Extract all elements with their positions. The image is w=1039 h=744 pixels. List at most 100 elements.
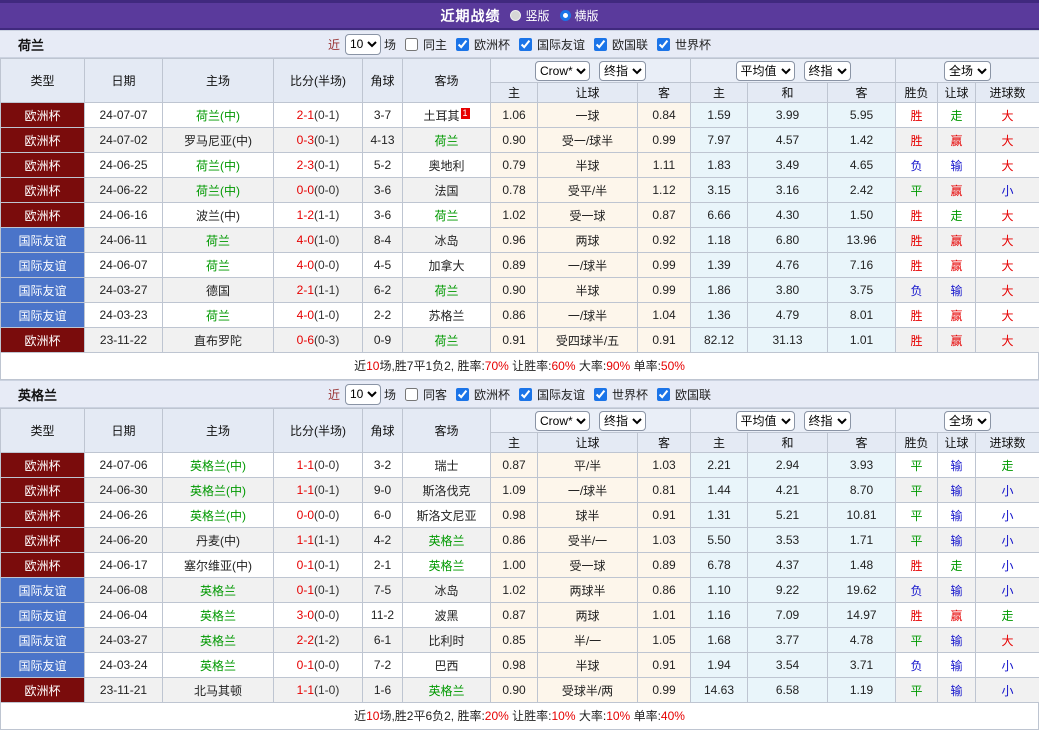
home-odds: 0.85	[490, 627, 538, 653]
avg-draw-odds: 3.80	[747, 277, 829, 303]
odds-company-select[interactable]: Crow*	[535, 60, 590, 81]
away-team-name: 加拿大	[428, 258, 465, 273]
team-section-header: 荷兰 近 10 场 同主 欧洲杯 国际友谊 欧国联 世界杯	[0, 30, 1039, 58]
league-checkbox-1[interactable]	[519, 37, 532, 51]
away-team: 荷兰	[402, 277, 491, 303]
avg-draw-odds: 2.94	[747, 452, 829, 478]
home-team-name: 英格兰(中)	[190, 483, 246, 498]
away-team: 瑞士	[402, 452, 491, 478]
radio-unselected-icon[interactable]	[510, 10, 522, 21]
avg-away-odds: 1.19	[827, 677, 897, 703]
avg-away-odds: 8.01	[827, 302, 897, 328]
avg-home-odds: 1.68	[690, 627, 749, 653]
score-cell: 1-2(1-1)	[273, 202, 363, 228]
result-cell: 平	[895, 477, 939, 503]
avg-company-select[interactable]: 平均值	[735, 410, 795, 431]
layout-vertical-label: 竖版	[525, 9, 550, 23]
odds-stage-select[interactable]: 终指	[599, 410, 646, 431]
radio-selected-icon[interactable]	[559, 10, 571, 21]
layout-radio-vertical[interactable]: 竖版	[510, 7, 550, 24]
league-type-cell: 欧洲杯	[0, 477, 85, 503]
avg-draw-odds: 3.16	[747, 177, 829, 203]
league-checkbox-0[interactable]	[455, 387, 469, 401]
corner-score: 2-1	[362, 552, 403, 578]
half-time-score: (1-2)	[314, 633, 340, 647]
avg-away-odds: 3.75	[827, 277, 897, 303]
full-time-score: 0-3	[296, 133, 314, 147]
league-checkbox-1[interactable]	[519, 387, 532, 401]
match-count-select[interactable]: 10	[344, 33, 381, 55]
avg-home-odds: 1.94	[690, 652, 749, 678]
result-cell: 负	[895, 152, 939, 178]
league-checkbox-3[interactable]	[657, 37, 671, 51]
avg-away-odds: 13.96	[827, 227, 897, 253]
avg-home-odds: 1.39	[690, 252, 749, 278]
league-checkbox-0[interactable]	[455, 37, 469, 51]
avg-stage-select[interactable]: 终指	[803, 410, 851, 431]
avg-draw-odds: 3.49	[747, 152, 829, 178]
match-date: 24-06-07	[84, 252, 163, 278]
away-team-name: 荷兰	[434, 208, 459, 223]
home-odds: 0.87	[490, 452, 538, 478]
match-date: 24-07-07	[84, 102, 163, 128]
goals-result-cell: 大	[975, 102, 1039, 128]
handicap: 受平/半	[537, 177, 638, 203]
handicap-result-cell: 赢	[937, 127, 977, 153]
league-type-cell: 欧洲杯	[0, 127, 85, 153]
match-date: 24-06-25	[84, 152, 163, 178]
avg-home-odds: 6.66	[690, 202, 749, 228]
same-side-checkbox[interactable]	[404, 37, 418, 51]
filter-controls: 近 10 场 同客 欧洲杯 国际友谊 世界杯 欧国联	[328, 383, 711, 405]
team-name: 英格兰	[18, 387, 58, 403]
corner-score: 7-2	[362, 652, 403, 678]
avg-home-odds: 7.97	[690, 127, 749, 153]
goals-result-cell: 小	[975, 527, 1039, 553]
match-date: 24-06-04	[84, 602, 163, 628]
col-home: 主场	[162, 58, 274, 103]
full-time-score: 2-1	[296, 108, 314, 122]
home-odds: 0.98	[490, 502, 538, 528]
full-time-score: 4-0	[296, 258, 314, 272]
avg-company-select[interactable]: 平均值	[735, 60, 795, 81]
home-odds: 1.06	[490, 102, 538, 128]
avg-draw-odds: 6.58	[747, 677, 829, 703]
layout-radio-horizontal[interactable]: 横版	[559, 7, 599, 24]
match-date: 24-07-02	[84, 127, 163, 153]
odds-stage-select[interactable]: 终指	[599, 60, 646, 81]
same-side-checkbox[interactable]	[404, 387, 418, 401]
corner-score: 11-2	[362, 602, 403, 628]
league-checkbox-3[interactable]	[657, 387, 671, 401]
handicap: 受球半/两	[537, 677, 638, 703]
home-odds: 0.79	[490, 152, 538, 178]
home-team-name: 荷兰(中)	[196, 183, 240, 198]
scope-select[interactable]: 全场	[944, 60, 992, 81]
half-time-score: (1-1)	[314, 533, 340, 547]
score-cell: 3-0(0-0)	[273, 602, 363, 628]
home-team: 荷兰	[162, 302, 274, 328]
col-date: 日期	[84, 58, 163, 103]
result-cell: 负	[895, 577, 939, 603]
home-team-name: 英格兰(中)	[190, 458, 246, 473]
goals-result-cell: 小	[975, 502, 1039, 528]
home-team-name: 丹麦(中)	[196, 533, 240, 548]
avg-stage-select[interactable]: 终指	[803, 60, 851, 81]
odds-company-select[interactable]: Crow*	[535, 410, 590, 431]
half-time-score: (0-1)	[314, 158, 340, 172]
full-time-score: 1-1	[296, 533, 314, 547]
result-cell: 胜	[895, 102, 939, 128]
summary-segment: 20%	[484, 709, 509, 723]
avg-home-odds: 1.44	[690, 477, 749, 503]
summary-segment: 10%	[551, 709, 576, 723]
league-label-2: 欧国联	[612, 37, 649, 52]
scope-select[interactable]: 全场	[944, 410, 992, 431]
home-team-name: 荷兰	[205, 233, 230, 248]
match-count-select[interactable]: 10	[344, 383, 381, 405]
summary-segment: 40%	[660, 709, 685, 723]
league-checkbox-2[interactable]	[594, 37, 608, 51]
score-cell: 0-3(0-1)	[273, 127, 363, 153]
league-checkbox-2[interactable]	[594, 387, 608, 401]
handicap-result-cell: 赢	[937, 227, 977, 253]
half-time-score: (0-0)	[314, 258, 340, 272]
handicap: 一/球半	[537, 302, 638, 328]
col-type: 类型	[0, 58, 85, 103]
